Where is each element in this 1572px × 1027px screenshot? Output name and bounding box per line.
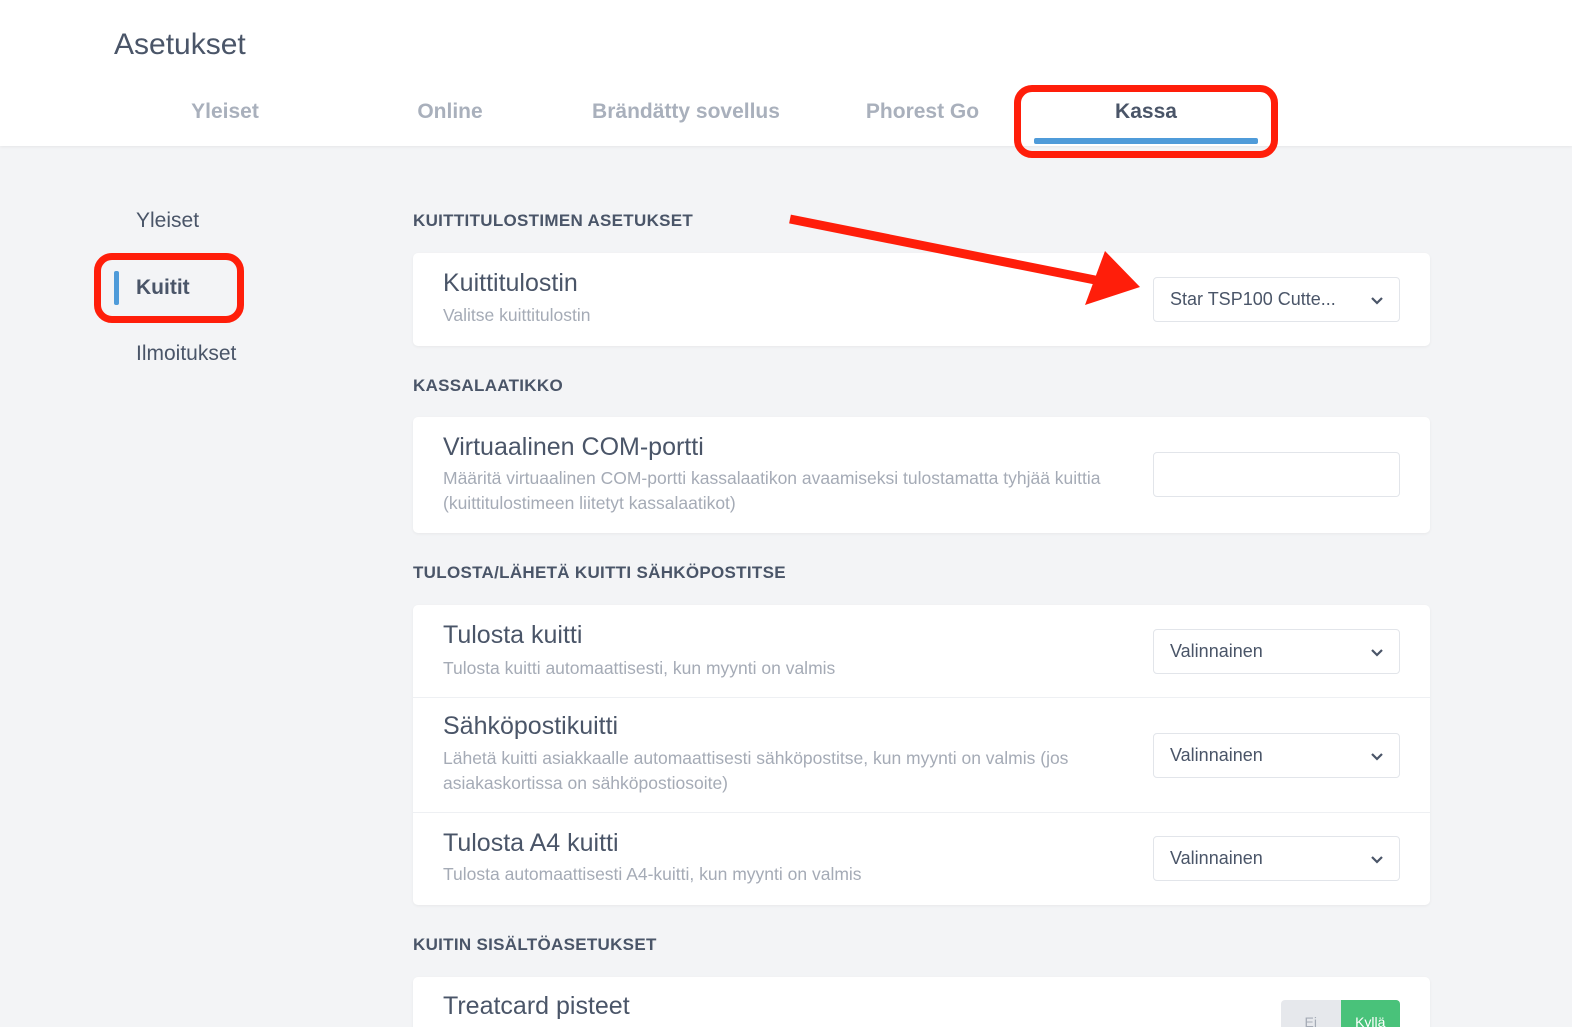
treatcard-title: Treatcard pisteet — [443, 992, 630, 1020]
chevron-down-icon — [1371, 297, 1383, 305]
tab-phorest-go[interactable]: Phorest Go — [845, 100, 1000, 130]
printer-select[interactable]: Star TSP100 Cutte... — [1153, 277, 1400, 322]
print-receipt-select[interactable]: Valinnainen — [1153, 629, 1400, 674]
chevron-down-icon — [1371, 753, 1383, 761]
sidebar-active-indicator — [114, 271, 119, 305]
sidebar-item-yleiset[interactable]: Yleiset — [136, 209, 199, 233]
email-receipt-select[interactable]: Valinnainen — [1153, 733, 1400, 778]
section-heading-email: TULOSTA/LÄHETÄ KUITTI SÄHKÖPOSTITSE — [413, 563, 786, 582]
a4-receipt-select[interactable]: Valinnainen — [1153, 836, 1400, 881]
toggle-option-ei[interactable]: Ei — [1281, 1000, 1341, 1027]
chevron-down-icon — [1371, 649, 1383, 657]
treatcard-toggle[interactable]: Ei Kyllä — [1281, 1000, 1400, 1027]
com-port-desc: Määritä virtuaalinen COM-portti kassalaa… — [443, 468, 1101, 513]
tab-online[interactable]: Online — [375, 100, 525, 130]
chevron-down-icon — [1371, 856, 1383, 864]
tab-brandatty-sovellus[interactable]: Brändätty sovellus — [570, 100, 802, 130]
email-receipt-select-value: Valinnainen — [1170, 745, 1263, 765]
printer-title: Kuittitulostin — [443, 269, 578, 297]
printer-select-value: Star TSP100 Cutte... — [1170, 289, 1336, 309]
annotation-arrow-icon — [789, 214, 1140, 305]
email-receipt-desc: Lähetä kuitti asiakkaalle automaattisest… — [443, 748, 1069, 793]
a4-receipt-title: Tulosta A4 kuitti — [443, 829, 619, 857]
active-tab-indicator — [1034, 138, 1258, 144]
section-heading-drawer: KASSALAATIKKO — [413, 376, 563, 395]
sidebar-item-kuitit[interactable]: Kuitit — [136, 276, 190, 300]
tab-kassa[interactable]: Kassa — [1034, 100, 1258, 130]
row-divider — [413, 812, 1430, 813]
row-divider — [413, 697, 1430, 698]
print-receipt-desc: Tulosta kuitti automaattisesti, kun myyn… — [443, 658, 836, 678]
section-heading-content: KUITIN SISÄLTÖASETUKSET — [413, 935, 657, 954]
com-port-input[interactable] — [1153, 452, 1400, 497]
com-port-title: Virtuaalinen COM-portti — [443, 433, 704, 461]
a4-receipt-desc: Tulosta automaattisesti A4-kuitti, kun m… — [443, 864, 862, 884]
email-receipt-title: Sähköpostikuitti — [443, 712, 619, 740]
sidebar-item-ilmoitukset[interactable]: Ilmoitukset — [136, 342, 236, 366]
print-receipt-select-value: Valinnainen — [1170, 641, 1263, 661]
section-heading-printer: KUITTITULOSTIMEN ASETUKSET — [413, 211, 694, 230]
tab-yleiset[interactable]: Yleiset — [150, 100, 300, 130]
toggle-option-kylla[interactable]: Kyllä — [1340, 1000, 1400, 1027]
print-receipt-title: Tulosta kuitti — [443, 621, 583, 649]
page-title: Asetukset — [114, 28, 246, 61]
a4-receipt-select-value: Valinnainen — [1170, 848, 1263, 868]
